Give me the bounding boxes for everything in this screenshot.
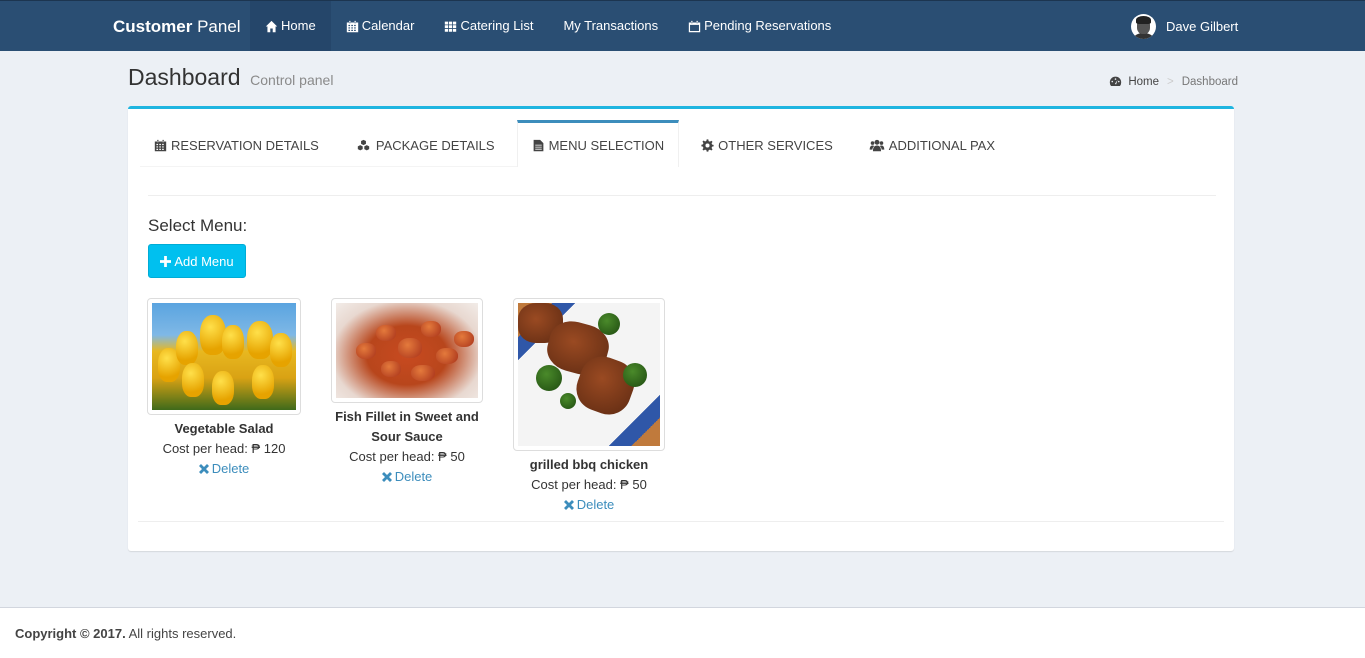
breadcrumb: Home > Dashboard xyxy=(1109,75,1238,88)
home-icon xyxy=(265,20,278,32)
content-header: Dashboard Control panel Home > Dashboard xyxy=(128,64,1238,100)
tab-label: Package Details xyxy=(375,137,495,153)
dashboard-icon xyxy=(1110,76,1122,86)
reservation-box: Reservation Details Package Details Menu… xyxy=(128,106,1234,551)
tab-label: Additional Pax xyxy=(888,137,995,153)
nav-item-my-transactions[interactable]: My Transactions xyxy=(548,1,673,51)
delete-menu-item-button[interactable]: Delete xyxy=(381,467,433,487)
nav-item-label: My Transactions xyxy=(563,18,659,33)
add-menu-button[interactable]: Add Menu xyxy=(148,244,246,278)
breadcrumb-current: Dashboard xyxy=(1181,75,1238,88)
tab-other-services[interactable]: Other Services xyxy=(687,120,847,167)
nav-item-label: Pending Reservations xyxy=(704,18,832,33)
brand-logo[interactable]: Customer Panel xyxy=(113,1,241,52)
tab-label: Reservation Details xyxy=(171,137,319,153)
plus-icon xyxy=(160,255,172,267)
tab-reservation-details[interactable]: Reservation Details xyxy=(140,120,333,167)
footer: Copyright © 2017. All rights reserved. xyxy=(0,607,1365,658)
nav-item-home[interactable]: Home xyxy=(250,1,331,51)
file-text-icon xyxy=(533,139,543,151)
menu-item-cost: Cost per head: ₱ 120 xyxy=(162,441,286,456)
tab-menu-selection[interactable]: Menu Selection xyxy=(516,120,680,167)
menu-item-name: grilled bbq chicken xyxy=(529,457,649,472)
page-title: Dashboard xyxy=(128,64,241,90)
breadcrumb-home[interactable]: Home xyxy=(1128,76,1159,88)
menu-item-thumbnail xyxy=(513,298,665,451)
cubes-icon xyxy=(357,139,370,150)
page-subtitle: Control panel xyxy=(250,72,334,88)
nav-menu: Home Calendar Catering List My Transacti… xyxy=(250,1,846,52)
close-icon xyxy=(381,472,392,482)
nav-item-pending-reservations[interactable]: Pending Reservations xyxy=(673,1,846,51)
delete-menu-item-button[interactable]: Delete xyxy=(198,459,250,479)
calendar-empty-icon xyxy=(688,20,701,32)
add-menu-label: Add Menu xyxy=(174,253,234,269)
delete-menu-item-button[interactable]: Delete xyxy=(563,495,615,515)
delete-label: Delete xyxy=(211,461,250,476)
menu-item-cost: Cost per head: ₱ 50 xyxy=(349,449,465,464)
menu-item-card: Vegetable Salad Cost per head: ₱ 120 Del… xyxy=(144,298,304,479)
nav-item-label: Catering List xyxy=(460,18,534,33)
breadcrumb-separator: > xyxy=(1167,75,1174,88)
brand-light-text: Panel xyxy=(192,17,241,36)
menu-item-cost: Cost per head: ₱ 50 xyxy=(531,477,647,492)
menu-item-image xyxy=(152,303,296,410)
nav-item-catering-list[interactable]: Catering List xyxy=(429,1,548,51)
copyright-text: All rights reserved. xyxy=(125,626,237,641)
tab-package-details[interactable]: Package Details xyxy=(341,120,509,167)
nav-item-label: Home xyxy=(281,18,316,33)
top-navbar: Customer Panel Home Calendar Catering Li… xyxy=(0,0,1365,51)
menu-item-card: Fish Fillet in Sweet and Sour Sauce Cost… xyxy=(327,298,487,487)
menu-item-name: Fish Fillet in Sweet and Sour Sauce xyxy=(335,409,479,444)
menu-item-image xyxy=(518,303,660,446)
calendar-icon xyxy=(346,20,358,32)
tab-label: Menu Selection xyxy=(548,137,665,153)
menu-item-image xyxy=(336,303,478,398)
users-icon xyxy=(869,139,885,151)
th-list-icon xyxy=(445,21,457,32)
close-icon xyxy=(563,500,574,510)
nav-item-label: Calendar xyxy=(361,18,415,33)
tab-additional-pax[interactable]: Additional Pax xyxy=(855,120,1009,167)
delete-label: Delete xyxy=(394,469,433,484)
copyright-bold: Copyright © 2017. xyxy=(15,626,126,641)
user-name: Dave Gilbert xyxy=(1166,19,1239,34)
tab-label: Other Services xyxy=(718,137,833,153)
menu-item-thumbnail xyxy=(331,298,483,403)
select-menu-label: Select Menu: xyxy=(148,216,248,235)
brand-bold-text: Customer xyxy=(113,17,193,36)
gear-icon xyxy=(701,138,714,152)
user-menu[interactable]: Dave Gilbert xyxy=(1131,1,1238,52)
user-avatar xyxy=(1131,14,1156,39)
menu-item-thumbnail xyxy=(147,298,301,415)
close-icon xyxy=(198,464,209,474)
delete-label: Delete xyxy=(576,497,615,512)
nav-item-calendar[interactable]: Calendar xyxy=(331,1,430,51)
divider xyxy=(148,195,1216,196)
menu-item-name: Vegetable Salad xyxy=(174,421,274,436)
divider xyxy=(138,521,1224,522)
calendar-icon xyxy=(154,139,167,151)
tab-bar: Reservation Details Package Details Menu… xyxy=(140,120,1017,167)
menu-item-card: grilled bbq chicken Cost per head: ₱ 50 … xyxy=(509,298,669,515)
